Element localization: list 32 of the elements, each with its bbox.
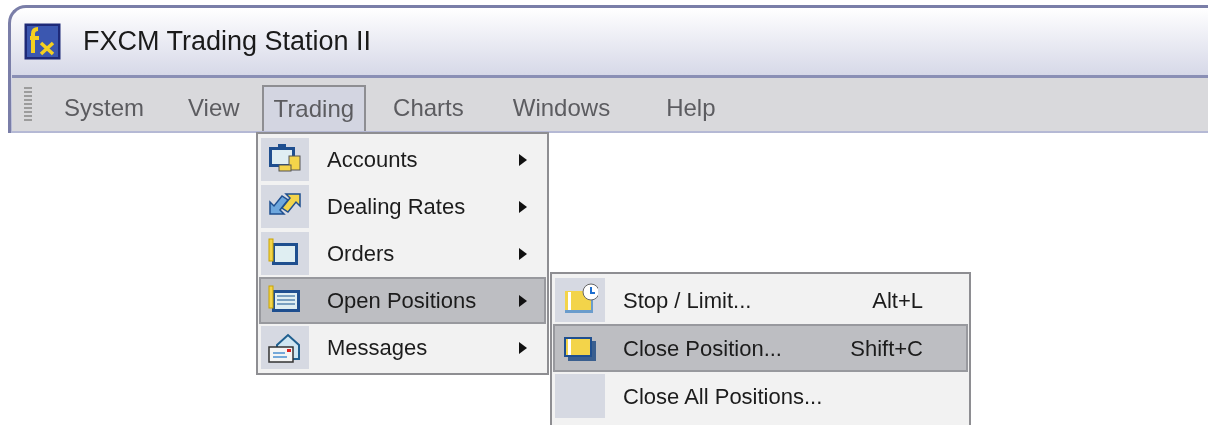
menu-entry[interactable]: Close All Positions... (553, 372, 968, 420)
menu-item[interactable]: Windows (500, 85, 623, 131)
menu-entry-label: Open Positions (327, 287, 478, 315)
menu-item[interactable]: System (52, 85, 156, 131)
window-title: FXCM Trading Station II (83, 25, 372, 59)
menu-entry[interactable]: Open Positions (259, 277, 546, 324)
menu-item[interactable]: View (176, 85, 252, 131)
grip-handle-icon (24, 86, 32, 123)
submenu-arrow-icon (518, 152, 528, 167)
menu-entry-label: Orders (327, 240, 396, 268)
menu-entry-label: Stop / Limit... (623, 286, 753, 315)
menu-item[interactable]: Help (654, 85, 728, 131)
menu-entry[interactable]: Accounts (259, 136, 546, 183)
submenu-arrow-icon (518, 340, 528, 355)
menu-entry[interactable]: Dealing Rates (259, 183, 546, 230)
shortcut-label: Shift+C (849, 334, 923, 363)
menu-entry[interactable]: Messages (259, 324, 546, 371)
submenu-arrow-icon (518, 293, 528, 308)
menu-entry-label: Dealing Rates (327, 193, 467, 221)
submenu-arrow-icon (518, 246, 528, 261)
menu-entry[interactable]: Close Position... Shift+C (553, 324, 968, 372)
menu-entry-label: Close All Positions... (623, 382, 823, 411)
submenu-arrow-icon (518, 199, 528, 214)
shortcut-label: Alt+L (871, 286, 923, 315)
menu-entry-label: Accounts (327, 146, 419, 174)
menu-item[interactable]: Charts (381, 85, 476, 131)
app-logo-icon (24, 23, 61, 60)
menu-item[interactable]: Trading (261, 85, 367, 131)
menu-entry-label: Messages (327, 334, 429, 362)
menu-entry[interactable]: Stop / Limit... Alt+L (553, 276, 968, 324)
menu-entry-label: Close Position... (623, 334, 783, 363)
menu-entry[interactable]: Orders (259, 230, 546, 277)
